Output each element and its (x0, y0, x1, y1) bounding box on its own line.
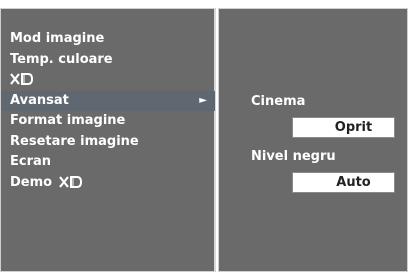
submenu-arrow-icon: ► (199, 94, 207, 106)
cinema-value-field[interactable]: Oprit (292, 117, 395, 138)
menu-item-label: Ecran (10, 154, 52, 169)
black-level-value-field[interactable]: Auto (292, 172, 395, 193)
cinema-label: Cinema (251, 94, 306, 109)
xd-logo-icon (10, 72, 34, 85)
advanced-submenu-panel: Cinema Oprit Nivel negru Auto (218, 8, 408, 272)
black-level-label: Nivel negru (251, 149, 336, 164)
menu-item-advanced[interactable]: Avansat ► (1, 90, 215, 111)
menu-item-color-temperature[interactable]: Temp. culoare (1, 50, 215, 71)
menu-item-label: Resetare imagine (10, 133, 139, 149)
picture-menu-panel: Mod imagine Temp. culoare XD Avansat ► (0, 8, 216, 272)
menu-item-label: Format imagine (10, 113, 126, 128)
menu-item-screen[interactable]: Ecran (1, 152, 215, 173)
picture-menu: Mod imagine Temp. culoare XD Avansat ► (1, 29, 215, 193)
menu-item-demo-xd[interactable]: Demo XD (1, 173, 215, 194)
menu-item-label: Mod imagine (10, 31, 105, 46)
menu-item-label: Avansat (10, 92, 69, 108)
menu-item-picture-reset[interactable]: Resetare imagine (1, 132, 215, 153)
menu-item-label: Temp. culoare (10, 51, 113, 67)
menu-item-aspect-ratio[interactable]: Format imagine (1, 111, 215, 132)
tv-osd-screen: Mod imagine Temp. culoare XD Avansat ► (0, 0, 408, 280)
xd-logo-icon (58, 175, 82, 188)
menu-item-xd[interactable]: XD (1, 70, 215, 91)
menu-item-label: Demo (10, 174, 53, 190)
menu-item-picture-mode[interactable]: Mod imagine (1, 29, 215, 50)
